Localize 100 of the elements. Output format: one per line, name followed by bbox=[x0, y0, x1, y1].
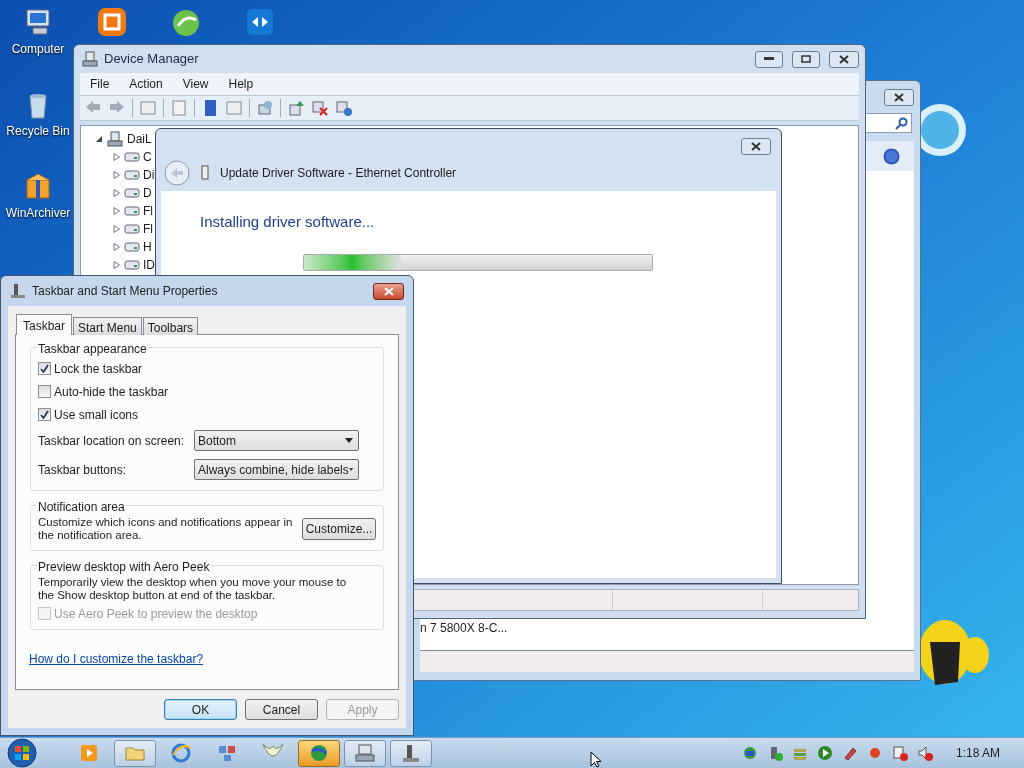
uninstall-icon[interactable] bbox=[311, 99, 329, 117]
menu-item[interactable]: Help bbox=[228, 75, 254, 93]
taskbar-icon bbox=[10, 283, 26, 299]
scan-icon[interactable] bbox=[256, 99, 274, 117]
tab[interactable]: Toolbars bbox=[142, 317, 199, 335]
taskbar-button[interactable] bbox=[390, 739, 432, 767]
dialog-title: Update Driver Software - Ethernet Controller bbox=[220, 165, 457, 182]
network-warning-icon[interactable] bbox=[891, 744, 909, 762]
close-button[interactable] bbox=[741, 138, 771, 155]
checkbox[interactable] bbox=[38, 362, 51, 375]
expand-arrow-icon[interactable] bbox=[113, 153, 121, 161]
collapse-arrow-icon[interactable] bbox=[95, 135, 103, 143]
maximize-button[interactable] bbox=[792, 50, 820, 68]
close-button[interactable] bbox=[884, 88, 914, 106]
checkbox[interactable] bbox=[38, 385, 51, 398]
device-icon bbox=[124, 186, 140, 200]
computer-icon bbox=[354, 742, 376, 764]
checkbox-label[interactable]: Use small icons bbox=[54, 405, 139, 424]
checkmark-icon bbox=[40, 364, 49, 373]
device-icon bbox=[124, 240, 140, 254]
checkbox-label[interactable]: Auto-hide the taskbar bbox=[54, 382, 169, 401]
heading: Installing driver software... bbox=[200, 212, 376, 232]
network-icon[interactable] bbox=[741, 744, 759, 762]
menu-item[interactable]: Action bbox=[129, 75, 163, 93]
caret-icon bbox=[345, 438, 353, 443]
back-button[interactable] bbox=[164, 160, 190, 186]
tree-item[interactable]: Di bbox=[143, 166, 155, 184]
close-icon bbox=[383, 286, 394, 296]
clock[interactable]: 1:18 AM bbox=[955, 744, 1000, 762]
app-icon[interactable] bbox=[96, 6, 128, 38]
tree-item[interactable]: ID bbox=[143, 256, 155, 274]
install-icon[interactable] bbox=[335, 99, 353, 117]
media-player-icon bbox=[78, 742, 100, 764]
help-icon[interactable] bbox=[883, 147, 900, 165]
list-item-text: n 7 5800X 8-C... bbox=[420, 620, 509, 637]
expand-arrow-icon[interactable] bbox=[113, 171, 121, 179]
field-label: Taskbar location on screen: bbox=[38, 432, 186, 450]
ok-button[interactable]: OK bbox=[164, 699, 237, 720]
device-icon bbox=[124, 204, 140, 218]
speaker-muted-icon[interactable] bbox=[916, 744, 934, 762]
checkmark-icon bbox=[40, 410, 49, 419]
fish-drawing bbox=[919, 618, 989, 685]
computer-icon bbox=[107, 131, 123, 147]
description-text: Temporarily view the desktop when you move your mouse to the Show desktop button at end of the taskbar. bbox=[38, 576, 348, 602]
taskbar-button[interactable] bbox=[344, 739, 386, 767]
device-icon bbox=[124, 258, 140, 272]
checkbox-label[interactable]: Lock the taskbar bbox=[54, 359, 143, 378]
expand-arrow-icon[interactable] bbox=[113, 261, 121, 269]
update-icon[interactable] bbox=[287, 99, 305, 117]
computer-icon bbox=[82, 51, 98, 67]
tree-item[interactable]: D bbox=[143, 184, 152, 202]
close-button[interactable] bbox=[829, 50, 859, 68]
device-icon bbox=[124, 168, 140, 182]
checkbox[interactable] bbox=[38, 408, 51, 421]
close-icon bbox=[894, 92, 904, 102]
menu-item[interactable]: File bbox=[90, 75, 110, 93]
minimize-icon bbox=[764, 57, 774, 61]
device-icon bbox=[124, 222, 140, 236]
tree-item[interactable]: C bbox=[143, 148, 152, 166]
menu-item[interactable]: View bbox=[182, 75, 209, 93]
tree-item[interactable]: DaiL bbox=[127, 130, 152, 148]
taskbar-button[interactable] bbox=[114, 739, 156, 767]
dropdown[interactable]: Always combine, hide labels bbox=[194, 459, 359, 480]
expand-arrow-icon[interactable] bbox=[113, 189, 121, 197]
device-icon bbox=[124, 150, 140, 164]
tree-item[interactable]: Fl bbox=[143, 220, 153, 238]
cancel-button[interactable]: Cancel bbox=[245, 699, 318, 720]
icon-label[interactable]: Recycle Bin bbox=[6, 122, 70, 140]
dialog-title: Taskbar and Start Menu Properties bbox=[32, 283, 218, 300]
search-icon bbox=[895, 116, 908, 130]
tab[interactable]: Taskbar bbox=[16, 314, 73, 335]
taskbar-button[interactable] bbox=[298, 739, 340, 767]
expand-arrow-icon[interactable] bbox=[113, 225, 121, 233]
expand-arrow-icon[interactable] bbox=[113, 207, 121, 215]
window-title: Device Manager bbox=[104, 50, 199, 69]
browser-icon bbox=[170, 742, 192, 764]
customize-button[interactable]: Customize... bbox=[302, 518, 376, 540]
icon-label[interactable]: Computer bbox=[11, 40, 65, 58]
app-icon[interactable] bbox=[244, 6, 276, 38]
cursor-icon bbox=[590, 751, 602, 768]
help-link[interactable]: How do I customize the taskbar? bbox=[29, 652, 204, 666]
tab[interactable]: Start Menu bbox=[73, 317, 142, 335]
network-adapter-icon bbox=[200, 165, 210, 181]
dropdown[interactable]: Bottom bbox=[194, 430, 359, 451]
icon-label[interactable]: WinArchiver bbox=[5, 204, 71, 222]
close-icon bbox=[839, 54, 849, 64]
minimize-button[interactable] bbox=[755, 50, 783, 68]
close-icon bbox=[751, 142, 761, 151]
restore-icon bbox=[801, 55, 811, 63]
start-button[interactable] bbox=[6, 738, 38, 768]
tree-item[interactable]: Fl bbox=[143, 202, 153, 220]
tree-item[interactable]: H bbox=[143, 238, 152, 256]
close-button[interactable] bbox=[373, 282, 404, 300]
play-icon[interactable] bbox=[816, 744, 834, 762]
caret-icon bbox=[348, 467, 353, 472]
globe-icon bbox=[308, 742, 330, 764]
description-text: Customize which icons and notifications appear in the notification area. bbox=[38, 516, 294, 542]
device-icon bbox=[400, 742, 422, 764]
expand-arrow-icon[interactable] bbox=[113, 243, 121, 251]
field-label: Taskbar buttons: bbox=[38, 461, 128, 479]
